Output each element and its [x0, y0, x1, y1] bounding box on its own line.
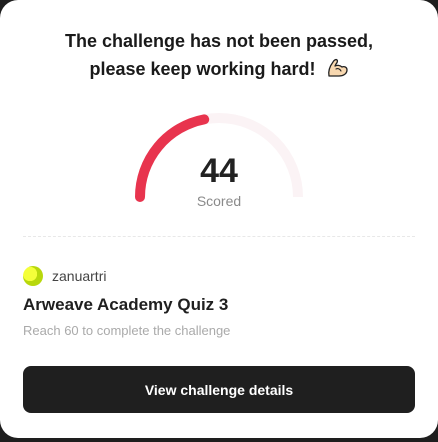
- challenge-title: Arweave Academy Quiz 3: [23, 295, 229, 314]
- score-value: 44: [200, 152, 238, 190]
- result-headline: The challenge has not been passed, pleas…: [0, 27, 438, 83]
- view-challenge-details-button[interactable]: View challenge details: [23, 366, 415, 413]
- flexed-biceps-icon: [327, 58, 348, 77]
- result-card: The challenge has not been passed, pleas…: [0, 0, 438, 438]
- creator-name[interactable]: zanuartri: [52, 268, 106, 284]
- headline-line-2: please keep working hard!: [89, 59, 316, 79]
- challenge-requirement: Reach 60 to complete the challenge: [23, 323, 231, 338]
- creator-avatar[interactable]: [23, 266, 43, 286]
- headline-line-1: The challenge has not been passed,: [64, 31, 374, 51]
- creator[interactable]: zanuartri: [23, 266, 106, 286]
- score-label: Scored: [196, 193, 242, 209]
- divider: [23, 236, 415, 237]
